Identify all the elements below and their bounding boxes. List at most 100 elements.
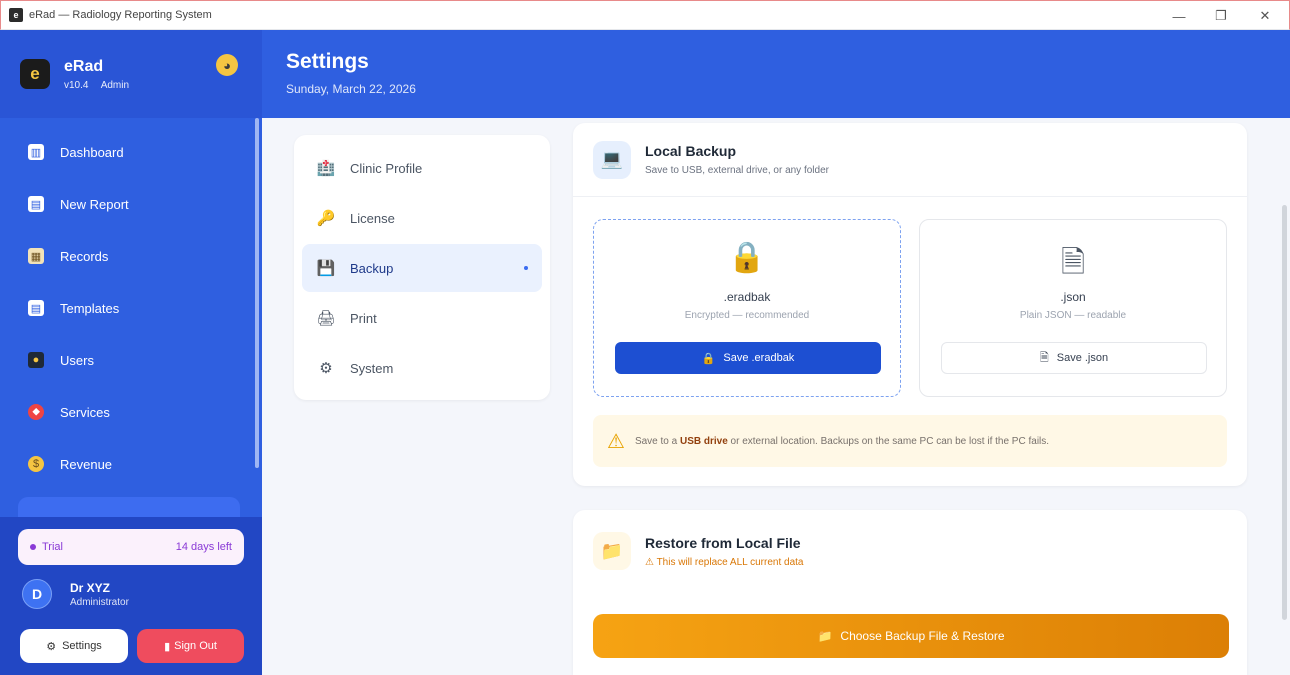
restore-header: 📁 Restore from Local File ⚠ This will re… [593,532,804,570]
settings-tab-label: License [350,210,395,226]
local-backup-title: Local Backup [645,143,737,159]
warning-icon: ⚠ [645,556,657,568]
sign-out-button-label: Sign Out [174,640,217,652]
minimize-button[interactable]: — [1157,1,1201,31]
local-backup-header: 💻 Local Backup Save to USB, external dri… [573,123,1247,197]
trial-days: 14 days left [175,541,232,553]
settings-tab-label: Clinic Profile [350,160,423,176]
printer-icon: 🖨 [316,310,336,327]
warning-text: Save to a USB drive or external location… [634,435,1050,447]
page-icon: ▤ [28,300,44,316]
trial-label: Trial [42,541,63,553]
choose-backup-restore-button[interactable]: 📁 Choose Backup File & Restore [593,614,1229,658]
restore-card: 📁 Restore from Local File ⚠ This will re… [573,510,1247,675]
key-icon: 🔑 [316,210,336,227]
pill-icon: ■ [24,400,48,424]
sidebar-item-services[interactable]: ■ Services [0,386,258,438]
close-button[interactable]: ✕ [1243,1,1287,31]
hospital-icon: 🏥 [316,160,336,177]
sidebar: e eRad v10.4 Admin ◕ ▥ Dashboard ▤ New R… [0,30,262,675]
settings-button[interactable]: ⚙ Settings [20,629,128,663]
sign-out-button[interactable]: ▮ Sign Out [137,629,244,663]
file-icon: 🗎 [1039,351,1049,364]
json-name: .json [1060,290,1086,304]
brand-name: eRad [64,57,104,75]
floppy-icon: 💾 [316,260,336,277]
sidebar-item-settings-partial[interactable] [18,497,240,517]
sidebar-item-label: Users [60,352,94,368]
brand-header: e eRad v10.4 Admin ◕ [0,30,262,118]
window-title: eRad — Radiology Reporting System [29,9,212,21]
clipboard-icon: ▦ [28,248,44,264]
trial-dot-icon [30,544,36,551]
eradbak-option[interactable]: 🔒 .eradbak Encrypted — recommended 🔒 Sav… [593,219,901,397]
settings-button-label: Settings [62,640,102,652]
door-icon: ▮ [164,640,171,653]
settings-tab-license[interactable]: 🔑 License [302,194,542,242]
window-titlebar: e eRad — Radiology Reporting System — ❐ … [0,0,1290,30]
document-icon: ▤ [28,196,44,212]
json-desc: Plain JSON — readable [1019,310,1127,321]
settings-tab-system[interactable]: ⚙ System [302,344,542,392]
settings-tab-print[interactable]: 🖨 Print [302,294,542,342]
users-icon: ● [28,352,44,368]
file-icon: 🗎 [1060,246,1086,279]
settings-tab-clinic-profile[interactable]: 🏥 Clinic Profile [302,144,542,192]
folder-icon: 📁 [817,629,833,643]
page-title: Settings [286,50,369,73]
page-header: Settings Sunday, March 22, 2026 [262,30,1290,118]
app-icon: e [9,8,23,22]
sidebar-item-dashboard[interactable]: ▥ Dashboard [0,126,258,178]
settings-tab-label: Print [350,310,377,326]
sidebar-nav: ▥ Dashboard ▤ New Report ▦ Records ▤ Tem… [0,126,258,490]
lock-icon: 🔒 [728,241,766,274]
settings-tab-label: System [350,360,394,376]
restore-title: Restore from Local File [645,534,801,551]
sidebar-item-users[interactable]: ● Users [0,334,258,386]
json-option[interactable]: 🗎 .json Plain JSON — readable 🗎 Save .js… [919,219,1227,397]
palette-icon[interactable]: ◕ [216,54,238,76]
local-backup-card: 💻 Local Backup Save to USB, external dri… [573,123,1247,486]
brand-logo: e [20,59,50,89]
sidebar-item-revenue[interactable]: $ Revenue [0,438,258,490]
page-date: Sunday, March 22, 2026 [286,82,416,96]
sidebar-item-label: Revenue [60,456,113,472]
sidebar-footer: Trial 14 days left D Dr XYZ Administrato… [0,517,262,675]
user-name: Dr XYZ [70,580,111,595]
sidebar-item-new-report[interactable]: ▤ New Report [0,178,258,230]
brand-version: v10.4 [64,79,89,91]
sidebar-item-label: Services [60,404,110,420]
avatar: D [22,579,52,609]
main-scrollbar[interactable] [1282,205,1287,620]
save-json-button[interactable]: 🗎 Save .json [941,342,1207,374]
save-eradbak-button[interactable]: 🔒 Save .eradbak [615,342,881,374]
sidebar-item-label: Records [60,248,109,264]
sidebar-item-label: Dashboard [60,144,124,160]
trial-badge[interactable]: Trial 14 days left [18,529,244,565]
gear-icon: ⚙ [319,360,333,377]
folder-icon: 📁 [593,532,631,570]
chart-icon: ▥ [28,144,44,160]
settings-tab-backup[interactable]: 💾 Backup [302,244,542,292]
user-profile[interactable]: D Dr XYZ Administrator [22,579,129,609]
laptop-icon: 💻 [593,140,631,179]
save-eradbak-label: Save .eradbak [723,352,795,364]
lock-icon: 🔒 [701,352,716,365]
sidebar-item-records[interactable]: ▦ Records [0,230,258,282]
local-backup-subtitle: Save to USB, external drive, or any fold… [645,165,829,176]
restore-button-label: Choose Backup File & Restore [840,629,1005,643]
maximize-button[interactable]: ❐ [1199,1,1243,31]
gear-icon: ⚙ [46,640,57,653]
settings-menu: 🏥 Clinic Profile 🔑 License 💾 Backup 🖨 Pr… [294,135,550,400]
settings-tab-label: Backup [350,260,394,276]
brand-role: Admin [100,79,130,91]
warning-icon: ⚠ [607,430,625,453]
sidebar-item-label: New Report [60,196,129,212]
sidebar-item-templates[interactable]: ▤ Templates [0,282,258,334]
eradbak-desc: Encrypted — recommended [684,310,810,321]
moneybag-icon: $ [28,456,44,472]
active-dot-icon [524,266,528,270]
user-role: Administrator [70,596,129,608]
eradbak-name: .eradbak [723,290,771,304]
sidebar-item-label: Templates [60,300,120,316]
